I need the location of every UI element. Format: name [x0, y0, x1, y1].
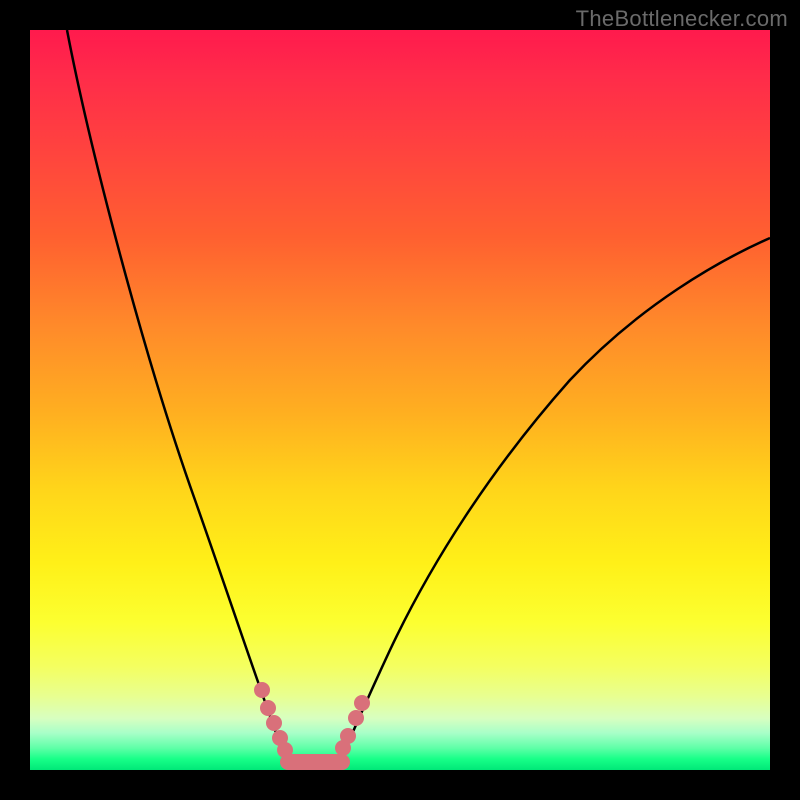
marker-dot: [260, 700, 276, 716]
marker-dot: [340, 728, 356, 744]
floor-segment: [280, 754, 350, 770]
left-curve: [67, 30, 290, 766]
watermark-label: TheBottlenecker.com: [576, 6, 788, 32]
marker-dot: [266, 715, 282, 731]
marker-dot: [348, 710, 364, 726]
plot-area: [30, 30, 770, 770]
marker-dot: [354, 695, 370, 711]
chart-frame: TheBottlenecker.com: [0, 0, 800, 800]
curves-svg: [30, 30, 770, 770]
right-curve: [338, 238, 770, 766]
marker-dot: [254, 682, 270, 698]
